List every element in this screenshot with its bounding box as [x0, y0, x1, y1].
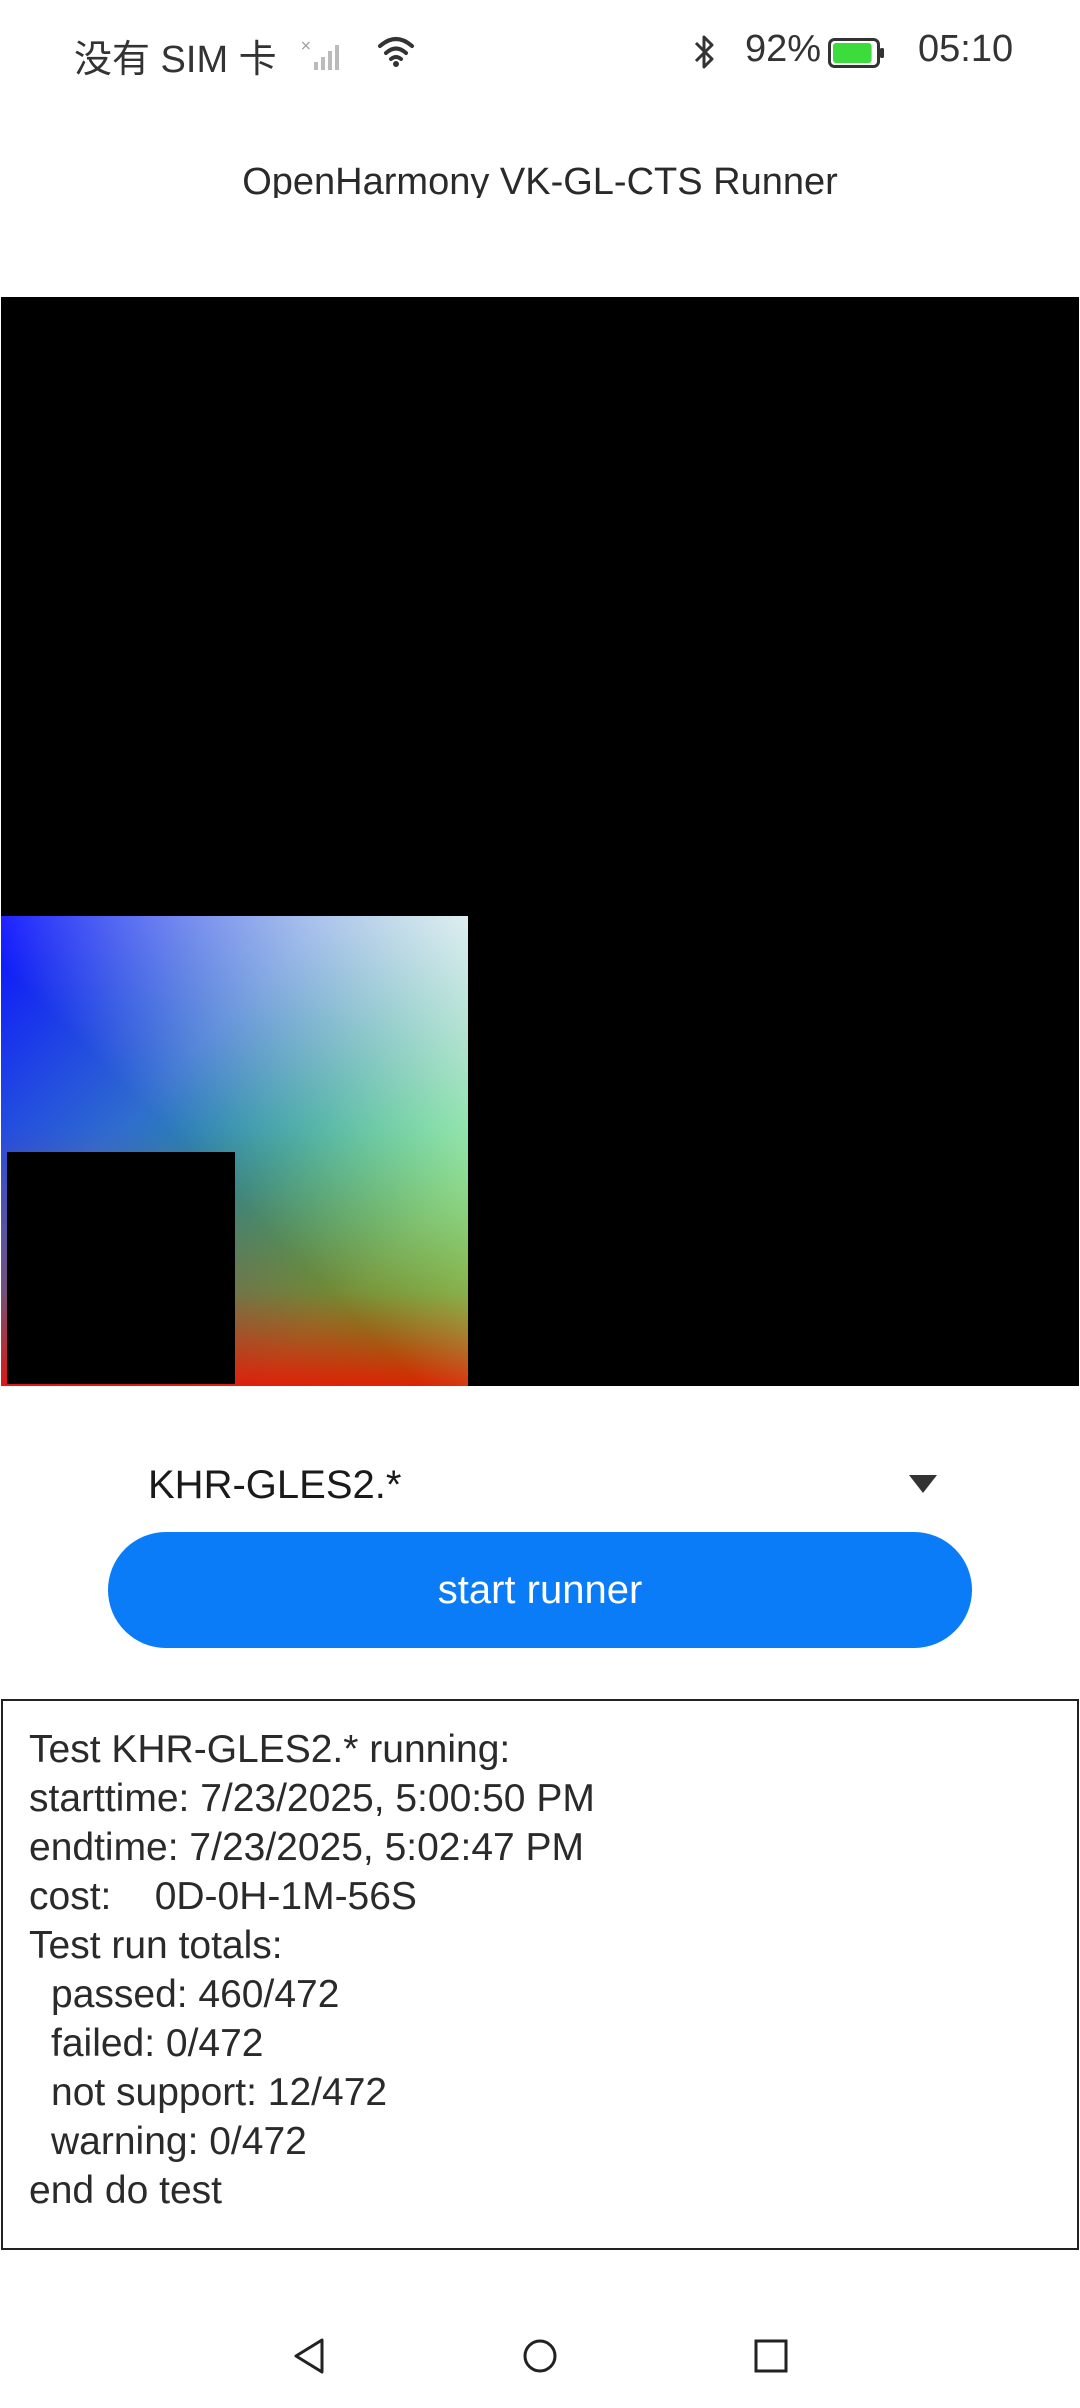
home-icon[interactable] [521, 2336, 559, 2381]
log-line: not support: 12/472 [51, 2071, 388, 2114]
back-icon[interactable] [290, 2336, 328, 2381]
log-line: Test run totals: [29, 1924, 283, 1967]
navigation-bar [0, 2310, 1080, 2408]
app-screen: 没有 SIM 卡 × 92% 05:10 OpenHarmony VK-GL-C… [0, 0, 1080, 2408]
svg-text:×: × [300, 38, 312, 54]
inner-black-quad [7, 1152, 235, 1384]
battery-percent: 92% [745, 28, 822, 70]
signal-icon: × [300, 36, 350, 77]
bluetooth-icon [690, 32, 720, 77]
test-suite-value: KHR-GLES2.* [148, 1462, 402, 1507]
recent-apps-icon[interactable] [752, 2336, 790, 2381]
test-suite-select[interactable]: KHR-GLES2.* [110, 1440, 960, 1530]
log-line: Test KHR-GLES2.* running: [29, 1728, 511, 1771]
log-line: starttime: 7/23/2025, 5:00:50 PM [29, 1777, 595, 1820]
start-runner-button[interactable]: start runner [108, 1532, 972, 1648]
chevron-down-icon [908, 1474, 938, 1499]
log-line: passed: 460/472 [51, 1973, 340, 2016]
log-line: endtime: 7/23/2025, 5:02:47 PM [29, 1826, 585, 1869]
log-line: cost: 0D-0H-1M-56S [29, 1875, 417, 1918]
page-title: OpenHarmony VK-GL-CTS Runner [242, 161, 838, 198]
carrier-text: 没有 SIM 卡 [74, 39, 277, 81]
render-canvas [1, 297, 1079, 1386]
log-line: failed: 0/472 [51, 2022, 264, 2065]
log-line: end do test [29, 2169, 222, 2212]
status-bar: 没有 SIM 卡 × 92% 05:10 [0, 0, 1080, 110]
wifi-icon [376, 34, 416, 73]
test-log: Test KHR-GLES2.* running: starttime: 7/2… [1, 1699, 1079, 2250]
clock: 05:10 [918, 28, 1014, 70]
battery-icon [828, 38, 886, 73]
log-line: warning: 0/472 [51, 2120, 307, 2163]
